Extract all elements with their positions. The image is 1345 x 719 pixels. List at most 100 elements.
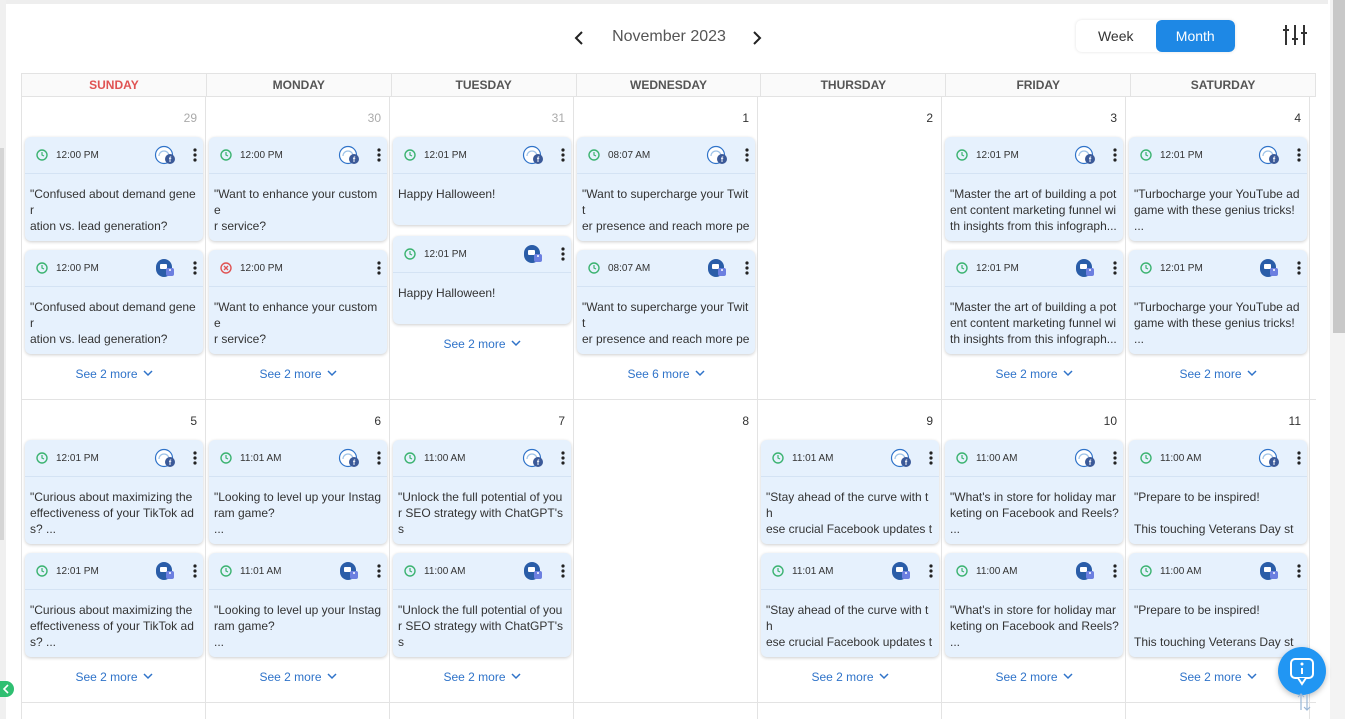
chevron-down-icon <box>1246 370 1257 377</box>
week-view-button[interactable]: Week <box>1076 20 1156 52</box>
page-scrollbar[interactable] <box>1330 0 1345 719</box>
day-cell[interactable]: 16 <box>758 703 942 719</box>
see-more-link[interactable]: See 2 more <box>758 670 942 684</box>
post-card[interactable]: 11:01 AM "Stay ahead of the curve with th… <box>761 553 939 657</box>
post-card[interactable]: 12:01 PM "Curious about maximizing the ef… <box>25 553 203 657</box>
more-vertical-icon[interactable] <box>1295 147 1303 163</box>
post-card[interactable]: 11:00 AM f "Prepare to be inspired! This t… <box>1129 440 1307 544</box>
see-more-label: See 2 more <box>75 367 138 381</box>
day-cell[interactable]: 5 12:01 PM f "Curious about maximizing the … <box>22 400 206 702</box>
next-month-button[interactable] <box>745 24 769 52</box>
day-cell[interactable]: 8 <box>574 400 758 702</box>
day-cell[interactable]: 18 <box>1126 703 1310 719</box>
more-vertical-icon[interactable] <box>191 260 199 276</box>
see-more-link[interactable]: See 2 more <box>22 367 206 381</box>
clock-icon <box>36 262 48 274</box>
post-card[interactable]: 12:00 PM "Want to enhance your custome r … <box>209 250 387 354</box>
post-card[interactable]: 12:01 PM f "Curious about maximizing the e… <box>25 440 203 544</box>
more-vertical-icon[interactable] <box>1295 260 1303 276</box>
more-vertical-icon[interactable] <box>375 147 383 163</box>
clock-icon <box>588 262 600 274</box>
see-more-link[interactable]: See 2 more <box>206 367 390 381</box>
post-card-header: 11:00 AM f <box>945 440 1123 477</box>
more-vertical-icon[interactable] <box>375 450 383 466</box>
see-more-link[interactable]: See 6 more <box>574 367 758 381</box>
day-cell[interactable]: 6 11:01 AM f "Looking to level up your Inst… <box>206 400 390 702</box>
day-cell[interactable]: 13 <box>206 703 390 719</box>
post-card[interactable]: 11:00 AM "Unlock the full potential of yo… <box>393 553 571 657</box>
more-vertical-icon[interactable] <box>191 563 199 579</box>
post-card[interactable]: 08:07 AM "Want to supercharge your Twitt … <box>577 250 755 354</box>
day-cell[interactable]: 17 <box>942 703 1126 719</box>
more-vertical-icon[interactable] <box>375 563 383 579</box>
post-card[interactable]: 08:07 AM f "Want to supercharge your Twitt… <box>577 137 755 241</box>
see-more-link[interactable]: See 2 more <box>390 670 574 684</box>
more-vertical-icon[interactable] <box>1111 147 1119 163</box>
see-more-link[interactable]: See 2 more <box>942 670 1126 684</box>
day-cell[interactable]: 12 <box>22 703 206 719</box>
post-card[interactable]: 12:01 PM "Turbocharge your YouTube ad gam… <box>1129 250 1307 354</box>
teams-icon <box>708 259 726 277</box>
scrollbar-thumb[interactable] <box>1333 0 1345 333</box>
post-card[interactable]: 11:01 AM f "Stay ahead of the curve with t… <box>761 440 939 544</box>
more-vertical-icon[interactable] <box>559 147 567 163</box>
more-vertical-icon[interactable] <box>1111 450 1119 466</box>
see-more-link[interactable]: See 2 more <box>22 670 206 684</box>
more-vertical-icon[interactable] <box>559 246 567 262</box>
post-card[interactable]: 11:01 AM f "Looking to level up your Insta… <box>209 440 387 544</box>
more-vertical-icon[interactable] <box>743 147 751 163</box>
post-card[interactable]: 12:01 PM "Master the art of building a po… <box>945 250 1123 354</box>
day-cell[interactable]: 30 12:00 PM f "Want to enhance your custome… <box>206 97 390 399</box>
day-number: 8 <box>742 414 749 428</box>
day-cell[interactable]: 14 <box>390 703 574 719</box>
day-cell[interactable]: 4 12:01 PM f "Turbocharge your YouTube ad g… <box>1126 97 1310 399</box>
more-vertical-icon[interactable] <box>559 563 567 579</box>
see-more-link[interactable]: See 2 more <box>942 367 1126 381</box>
more-vertical-icon[interactable] <box>1295 450 1303 466</box>
more-vertical-icon[interactable] <box>1111 563 1119 579</box>
collapse-sidebar-button[interactable] <box>0 681 14 697</box>
more-vertical-icon[interactable] <box>1111 260 1119 276</box>
more-vertical-icon[interactable] <box>1295 563 1303 579</box>
day-cell[interactable]: 3 12:01 PM f "Master the art of building a … <box>942 97 1126 399</box>
day-cell[interactable]: 2 <box>758 97 942 399</box>
day-cell[interactable]: 29 12:00 PM f "Confused about demand gener … <box>22 97 206 399</box>
day-cell[interactable]: 31 12:01 PM f Happy Halloween! 12:01 PM Happy… <box>390 97 574 399</box>
post-card-header: 11:01 AM f <box>761 440 939 477</box>
see-more-link[interactable]: See 2 more <box>1126 367 1310 381</box>
more-vertical-icon[interactable] <box>191 147 199 163</box>
more-vertical-icon[interactable] <box>927 563 935 579</box>
post-card[interactable]: 12:01 PM f "Turbocharge your YouTube ad ga… <box>1129 137 1307 241</box>
more-vertical-icon[interactable] <box>927 450 935 466</box>
more-vertical-icon[interactable] <box>191 450 199 466</box>
sliders-icon[interactable] <box>1282 22 1308 48</box>
more-vertical-icon[interactable] <box>375 260 383 276</box>
post-card[interactable]: 11:00 AM "What's in store for holiday mar… <box>945 553 1123 657</box>
day-cell[interactable]: 7 11:00 AM f "Unlock the full potential of … <box>390 400 574 702</box>
prev-month-button[interactable] <box>567 24 591 52</box>
day-cell[interactable]: 15 <box>574 703 758 719</box>
day-cell[interactable]: 9 11:01 AM f "Stay ahead of the curve with … <box>758 400 942 702</box>
post-card[interactable]: 11:00 AM "Prepare to be inspired! This to… <box>1129 553 1307 657</box>
scroll-arrows-icon[interactable] <box>1296 692 1312 712</box>
post-card[interactable]: 12:00 PM f "Confused about demand gener at… <box>25 137 203 241</box>
month-view-button[interactable]: Month <box>1155 20 1235 52</box>
post-card[interactable]: 12:01 PM f Happy Halloween! <box>393 137 571 225</box>
post-card[interactable]: 12:01 PM Happy Halloween! <box>393 236 571 324</box>
see-more-label: See 2 more <box>443 337 506 351</box>
see-more-link[interactable]: See 2 more <box>390 337 574 351</box>
help-chat-button[interactable] <box>1278 647 1326 695</box>
post-card[interactable]: 11:00 AM f "Unlock the full potential of y… <box>393 440 571 544</box>
facebook-page-icon: f <box>338 145 359 165</box>
post-card[interactable]: 12:00 PM f "Want to enhance your custome r… <box>209 137 387 241</box>
day-cell[interactable]: 1 08:07 AM f "Want to supercharge your Twit… <box>574 97 758 399</box>
more-vertical-icon[interactable] <box>743 260 751 276</box>
post-card[interactable]: 11:00 AM f "What's in store for holiday ma… <box>945 440 1123 544</box>
more-vertical-icon[interactable] <box>559 450 567 466</box>
post-card[interactable]: 12:01 PM f "Master the art of building a p… <box>945 137 1123 241</box>
post-card-header: 12:00 PM <box>25 250 203 287</box>
day-cell[interactable]: 10 11:00 AM f "What's in store for holiday … <box>942 400 1126 702</box>
post-card[interactable]: 12:00 PM "Confused about demand gener ati… <box>25 250 203 354</box>
post-card[interactable]: 11:01 AM "Looking to level up your Instag… <box>209 553 387 657</box>
see-more-link[interactable]: See 2 more <box>206 670 390 684</box>
